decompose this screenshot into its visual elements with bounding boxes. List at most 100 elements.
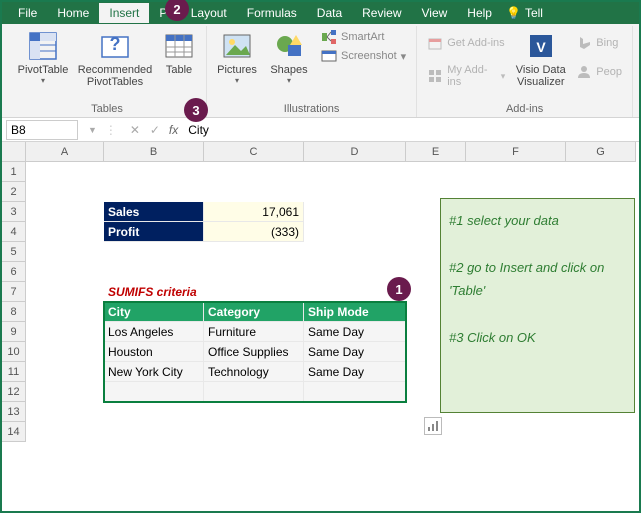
tab-insert[interactable]: Insert [99,3,149,23]
store-icon [427,35,443,51]
row-5[interactable]: 5 [2,242,26,262]
formula-bar: ▼ ⋮ ✕ ✓ fx City [2,118,639,142]
fx-icon[interactable]: fx [169,123,178,137]
screenshot-icon [321,48,337,64]
my-addins-button[interactable]: My Add-ins ▾ [423,63,509,89]
screenshot-button[interactable]: Screenshot ▾ [317,47,410,65]
pivottable-label: PivotTable [18,64,69,76]
cell-b8[interactable]: City [104,302,204,322]
cancel-formula-button[interactable]: ✕ [125,123,145,137]
row-4[interactable]: 4 [2,222,26,242]
tab-review[interactable]: Review [352,3,411,23]
smartart-button[interactable]: SmartArt [317,28,410,46]
my-addins-label: My Add-ins [447,64,497,88]
note-line-2: #2 go to Insert and click on 'Table' [449,256,626,303]
worksheet[interactable]: A B C D E F G 1 2 3 4 5 6 7 8 9 10 11 12… [2,142,639,512]
bing-label: Bing [596,37,618,49]
namebox-dropdown-icon[interactable]: ▼ [88,125,97,135]
tab-file[interactable]: File [8,3,47,23]
select-all-corner[interactable] [2,142,26,162]
pivottable-icon [27,30,59,62]
row-1[interactable]: 1 [2,162,26,182]
pivottable-button[interactable]: PivotTable ▾ [14,28,72,87]
cell-c3[interactable]: 17,061 [204,202,304,222]
cell-c11[interactable]: Technology [204,362,304,382]
row-headers[interactable]: 1 2 3 4 5 6 7 8 9 10 11 12 13 14 [2,162,26,442]
row-10[interactable]: 10 [2,342,26,362]
cell-c12[interactable] [204,382,304,402]
cell-d8[interactable]: Ship Mode [304,302,406,322]
tab-help[interactable]: Help [457,3,502,23]
group-tables-label: Tables [91,101,123,117]
shapes-button[interactable]: Shapes ▾ [265,28,313,87]
row-8[interactable]: 8 [2,302,26,322]
svg-text:V: V [536,39,546,55]
cell-b4[interactable]: Profit [104,222,204,242]
screenshot-label: Screenshot [341,50,397,62]
visio-button[interactable]: V Visio Data Visualizer [513,28,568,90]
chevron-down-icon: ▾ [287,76,291,85]
cell-d9[interactable]: Same Day [304,322,406,342]
group-addins-label: Add-ins [506,101,543,117]
chevron-down-icon: ▾ [41,76,45,85]
row-2[interactable]: 2 [2,182,26,202]
row-12[interactable]: 12 [2,382,26,402]
row-14[interactable]: 14 [2,422,26,442]
tab-home[interactable]: Home [47,3,99,23]
col-g[interactable]: G [566,142,636,162]
cell-b12[interactable] [104,382,204,402]
row-13[interactable]: 13 [2,402,26,422]
recommended-pivot-button[interactable]: ? Recommended PivotTables [76,28,154,90]
cell-d12[interactable] [304,382,406,402]
row-6[interactable]: 6 [2,262,26,282]
row-11[interactable]: 11 [2,362,26,382]
col-b[interactable]: B [104,142,204,162]
group-illustrations-label: Illustrations [284,101,340,117]
cell-c8[interactable]: Category [204,302,304,322]
people-label: Peop [596,66,622,78]
cell-b3[interactable]: Sales [104,202,204,222]
col-f[interactable]: F [466,142,566,162]
instruction-note: #1 select your data #2 go to Insert and … [440,198,635,413]
cell-c10[interactable]: Office Supplies [204,342,304,362]
bulb-icon: 💡 [506,6,521,20]
formula-value[interactable]: City [182,121,639,139]
cell-c9[interactable]: Furniture [204,322,304,342]
addins-icon [427,68,443,84]
quick-analysis-icon[interactable] [424,417,442,435]
bing-button[interactable]: Bing [572,34,626,52]
column-headers[interactable]: A B C D E F G [26,142,636,162]
cell-d10[interactable]: Same Day [304,342,406,362]
shapes-label: Shapes [270,64,307,76]
get-addins-button[interactable]: Get Add-ins [423,34,509,52]
people-button[interactable]: Peop [572,63,626,81]
row-9[interactable]: 9 [2,322,26,342]
pictures-button[interactable]: Pictures ▾ [213,28,261,87]
col-c[interactable]: C [204,142,304,162]
pictures-icon [221,30,253,62]
cell-c4[interactable]: (333) [204,222,304,242]
row-7[interactable]: 7 [2,282,26,302]
tab-page-layout[interactable]: Page Layout [149,3,236,23]
accept-formula-button[interactable]: ✓ [145,123,165,137]
tab-formulas[interactable]: Formulas [237,3,307,23]
col-a[interactable]: A [26,142,104,162]
people-icon [576,64,592,80]
name-box[interactable] [6,120,78,140]
col-e[interactable]: E [406,142,466,162]
row-3[interactable]: 3 [2,202,26,222]
bing-icon [576,35,592,51]
cell-b9[interactable]: Los Angeles [104,322,204,342]
table-button[interactable]: Table [158,28,200,78]
cell-b7[interactable]: SUMIFS criteria [104,282,304,302]
annotation-badge-3: 3 [184,98,208,122]
tab-view[interactable]: View [412,3,458,23]
chevron-down-icon: ▾ [401,50,407,63]
tell-me[interactable]: 💡 Tell [506,6,543,20]
cell-d11[interactable]: Same Day [304,362,406,382]
cell-b10[interactable]: Houston [104,342,204,362]
recommended-pivot-label: Recommended PivotTables [78,64,153,88]
tab-data[interactable]: Data [307,3,352,23]
col-d[interactable]: D [304,142,406,162]
cell-b11[interactable]: New York City [104,362,204,382]
